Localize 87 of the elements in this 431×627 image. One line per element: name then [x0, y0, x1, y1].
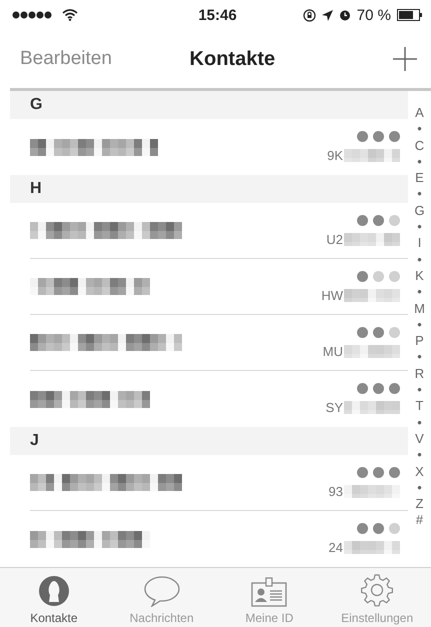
contact-row[interactable]: U2 [30, 203, 408, 259]
index-letter[interactable]: • [417, 154, 422, 170]
section-letter: J [29, 432, 39, 450]
index-letter[interactable]: • [417, 349, 422, 366]
contact-id: 24 [328, 540, 343, 555]
index-letter[interactable]: • [417, 284, 422, 301]
section-letter: H [29, 180, 42, 198]
index-letter[interactable]: • [417, 447, 422, 464]
contact-id: MU [322, 344, 343, 358]
contact-row[interactable]: SY [30, 371, 408, 427]
blurred-id-drawing [344, 484, 400, 498]
index-letter[interactable]: E [415, 170, 424, 186]
contact-id: SY [326, 400, 343, 415]
index-letter[interactable]: • [417, 480, 422, 496]
wifi-icon [62, 9, 78, 21]
verification-dot [389, 131, 400, 142]
speech-bubble-icon [142, 575, 181, 607]
index-letter[interactable]: C [414, 138, 424, 154]
contact-row[interactable]: 93 [30, 455, 408, 511]
verification-dot [373, 326, 384, 338]
verification-dot [357, 523, 368, 534]
contact-id: U2 [326, 232, 343, 246]
person-icon [38, 575, 70, 607]
index-letter[interactable]: # [416, 512, 424, 529]
blurred-id-drawing [344, 344, 400, 358]
index-letter[interactable]: X [415, 464, 424, 480]
contact-row[interactable]: 9K [30, 119, 408, 175]
verification-dot [357, 131, 368, 142]
signal-icon [12, 11, 52, 19]
index-letter[interactable]: • [417, 219, 422, 236]
index-letter[interactable]: Z [416, 496, 424, 512]
battery-icon [397, 9, 423, 21]
blurred-id-drawing [344, 401, 400, 414]
index-letter[interactable]: V [415, 430, 424, 448]
verification-dot [373, 383, 384, 394]
index-letter[interactable]: M [414, 300, 425, 317]
tab-item[interactable]: Kontakte [0, 568, 108, 627]
nav-title: Kontakte [190, 48, 276, 70]
status-time: 15:46 [198, 6, 237, 24]
location-arrow-icon [322, 10, 333, 20]
index-letter[interactable]: A [415, 105, 424, 122]
verification-dot [357, 383, 368, 394]
index-letter[interactable]: K [415, 268, 424, 284]
verification-dot [389, 466, 400, 478]
verification-dot [389, 326, 400, 338]
add-icon[interactable] [393, 47, 417, 71]
blurred-id-drawing [344, 232, 400, 246]
verification-dot [373, 131, 384, 142]
index-letter[interactable]: R [414, 366, 424, 382]
battery-percentage: 70 % [356, 6, 391, 24]
id-card-icon [251, 577, 288, 607]
index-letter[interactable]: G [414, 202, 425, 220]
section-letter: G [29, 96, 42, 114]
verification-dot [389, 383, 400, 394]
verification-dot [357, 270, 368, 282]
index-letter[interactable]: • [417, 186, 422, 203]
index-letter[interactable]: • [417, 121, 422, 138]
alarm-clock-icon [338, 9, 351, 21]
verification-dot [373, 466, 384, 478]
contact-row[interactable]: 24 [30, 511, 408, 567]
contact-row[interactable]: HW [30, 259, 408, 315]
blurred-id-drawing [344, 288, 400, 302]
settings-icon [360, 573, 394, 607]
contact-id: HW [321, 288, 343, 302]
index-letter[interactable]: I [418, 235, 422, 252]
verification-dot [373, 523, 384, 534]
index-letter[interactable]: • [417, 252, 422, 268]
index-letter[interactable]: • [417, 316, 422, 334]
blurred-id-drawing [344, 149, 400, 162]
edit-button[interactable]: Bearbeiten [20, 48, 190, 70]
contact-id: 9K [327, 148, 343, 163]
index-letter[interactable]: P [415, 333, 424, 350]
verification-dot [373, 214, 384, 226]
verification-dot [357, 326, 368, 338]
contact-row[interactable]: MU [30, 315, 408, 371]
index-letter[interactable]: T [416, 398, 424, 415]
verification-dot [389, 270, 400, 282]
index-letter[interactable]: • [417, 382, 422, 398]
index-letter[interactable]: • [417, 414, 422, 431]
blurred-id-drawing [344, 541, 400, 554]
verification-dot [389, 214, 400, 226]
verification-dot [357, 466, 368, 478]
contact-id: 93 [328, 484, 343, 498]
rotation-lock-icon [302, 8, 316, 22]
verification-dot [357, 214, 368, 226]
verification-dot [389, 523, 400, 534]
verification-dot [373, 270, 384, 282]
